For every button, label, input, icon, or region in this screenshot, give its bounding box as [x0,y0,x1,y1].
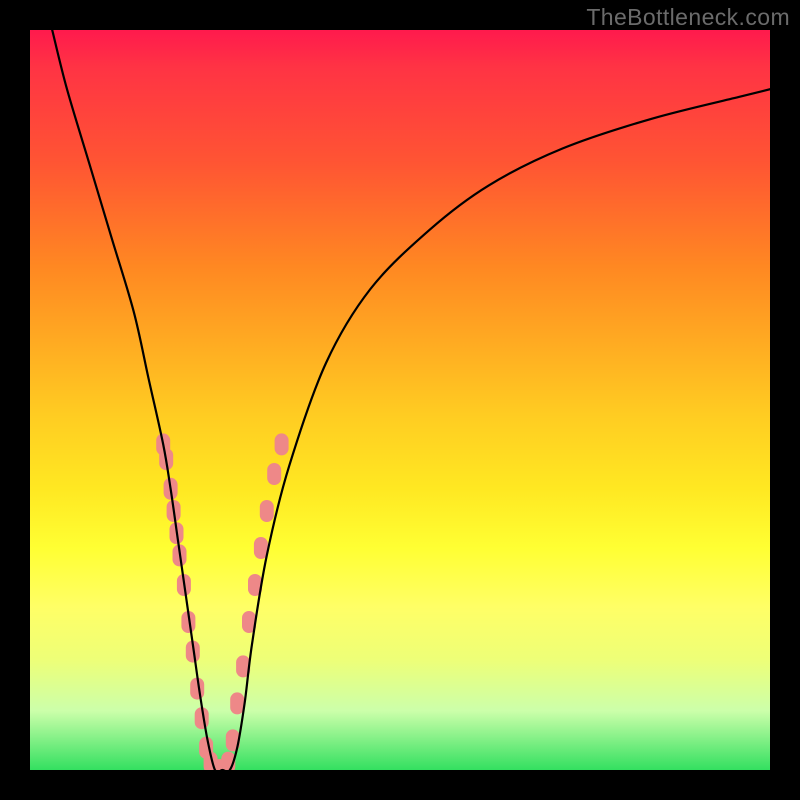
plot-area [30,30,770,770]
chart-frame: TheBottleneck.com [0,0,800,800]
marker-dot [260,500,274,522]
chart-svg [30,30,770,770]
marker-dot [275,433,289,455]
marker-dot [267,463,281,485]
marker-group [156,433,288,770]
curve-path [52,30,770,770]
watermark-text: TheBottleneck.com [586,4,790,31]
marker-dot [230,692,244,714]
